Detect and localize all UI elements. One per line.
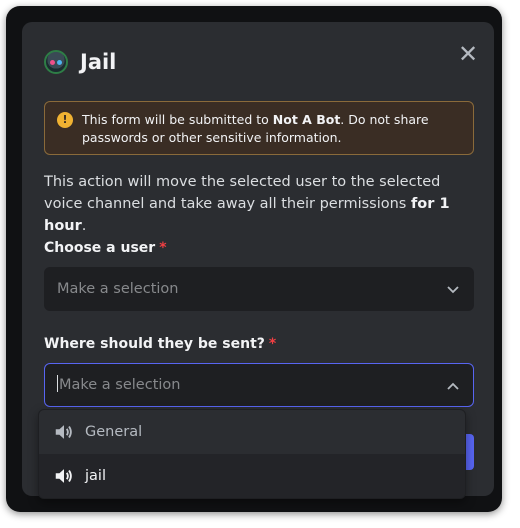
option-label: General	[85, 424, 143, 440]
chevron-up-icon	[447, 364, 459, 406]
chevron-down-icon	[447, 268, 459, 310]
destination-placeholder: Make a selection	[59, 377, 181, 393]
close-icon[interactable]: ✕	[456, 42, 480, 66]
warning-text-prefix: This form will be submitted to	[82, 112, 273, 127]
text-caret	[57, 375, 58, 392]
choose-user-label: Choose a user *	[44, 240, 167, 256]
choose-user-label-text: Choose a user	[44, 240, 156, 256]
destination-label-text: Where should they be sent?	[44, 336, 265, 352]
channel-dropdown: General jail	[38, 409, 466, 499]
option-general[interactable]: General	[39, 410, 465, 454]
destination-label: Where should they be sent? *	[44, 336, 276, 352]
warning-banner: ! This form will be submitted to Not A B…	[44, 101, 474, 155]
speaker-icon	[55, 469, 72, 483]
action-description: This action will move the selected user …	[44, 171, 474, 237]
description-text: This action will move the selected user …	[44, 174, 441, 212]
destination-select[interactable]: Make a selection	[44, 363, 474, 407]
bot-avatar-icon	[44, 50, 68, 74]
warning-bot-name: Not A Bot	[272, 112, 341, 127]
modal-header: Jail	[44, 46, 116, 78]
option-jail[interactable]: jail	[39, 454, 465, 498]
speaker-icon	[55, 425, 72, 439]
choose-user-placeholder: Make a selection	[57, 281, 179, 297]
modal-title: Jail	[80, 50, 117, 74]
warning-icon: !	[57, 112, 73, 128]
required-marker: *	[268, 336, 277, 352]
choose-user-select[interactable]: Make a selection	[44, 267, 474, 311]
option-label: jail	[85, 468, 106, 484]
description-end: .	[81, 218, 87, 234]
required-marker: *	[159, 240, 167, 256]
